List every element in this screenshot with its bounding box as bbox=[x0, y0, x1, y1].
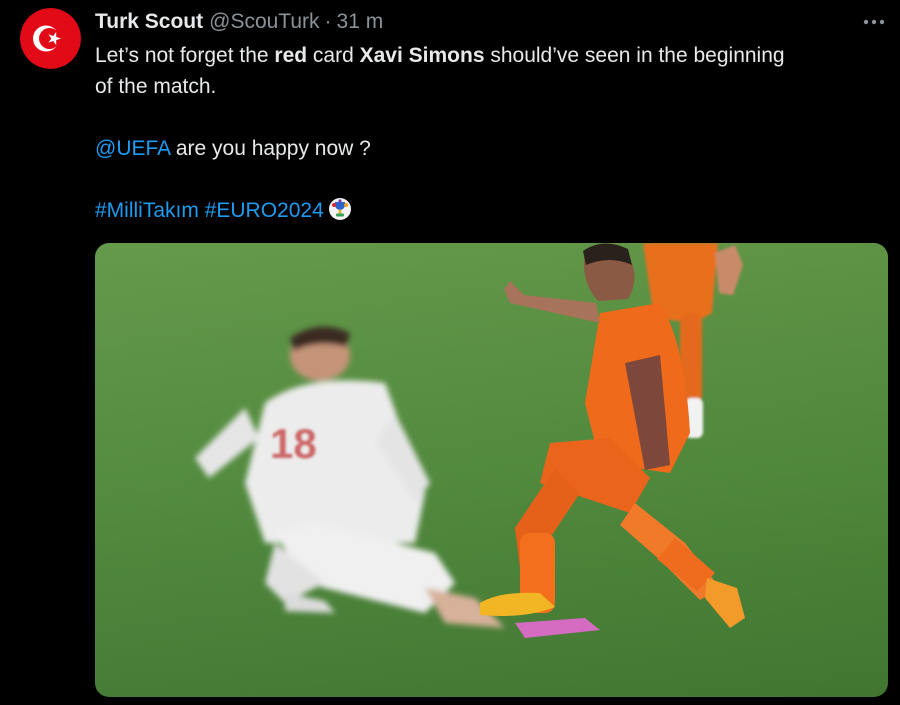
euro2024-trophy-icon bbox=[328, 197, 352, 221]
text-segment: card bbox=[307, 44, 360, 67]
tweet-line-4: #MilliTakım #EURO2024 bbox=[95, 195, 885, 226]
display-name[interactable]: Turk Scout bbox=[95, 10, 203, 34]
more-options-icon bbox=[863, 19, 885, 25]
text-segment: are you happy now ? bbox=[170, 137, 371, 160]
timestamp[interactable]: 31 m bbox=[337, 10, 384, 34]
separator-dot: · bbox=[324, 10, 332, 33]
avatar[interactable] bbox=[20, 8, 81, 69]
tweet-line-1: Let’s not forget the red card Xavi Simon… bbox=[95, 40, 885, 71]
text-segment: Let’s not forget the bbox=[95, 44, 275, 67]
text-segment: should’ve seen in the beginning bbox=[484, 44, 785, 67]
mention-link[interactable]: @UEFA bbox=[95, 137, 170, 160]
hashtag-euro2024[interactable]: #EURO2024 bbox=[205, 199, 324, 222]
tweet-header: Turk Scout @ScouTurk · 31 m bbox=[95, 8, 383, 36]
bold-player-name: Xavi Simons bbox=[359, 44, 485, 67]
turkey-flag-icon bbox=[20, 8, 81, 69]
user-handle[interactable]: @ScouTurk bbox=[209, 10, 319, 34]
more-options-button[interactable] bbox=[860, 8, 888, 36]
tweet-line-2: of the match. bbox=[95, 75, 217, 98]
jersey-number: 18 bbox=[270, 420, 317, 467]
tweet-line-3: @UEFA are you happy now ? bbox=[95, 133, 885, 164]
hashtag-millitakim[interactable]: #MilliTakım bbox=[95, 199, 199, 222]
match-photo: 18 bbox=[95, 243, 888, 697]
tweet-media-photo[interactable]: 18 bbox=[95, 243, 888, 697]
tweet-text: Let’s not forget the red card Xavi Simon… bbox=[95, 40, 885, 226]
bold-red: red bbox=[274, 44, 308, 67]
